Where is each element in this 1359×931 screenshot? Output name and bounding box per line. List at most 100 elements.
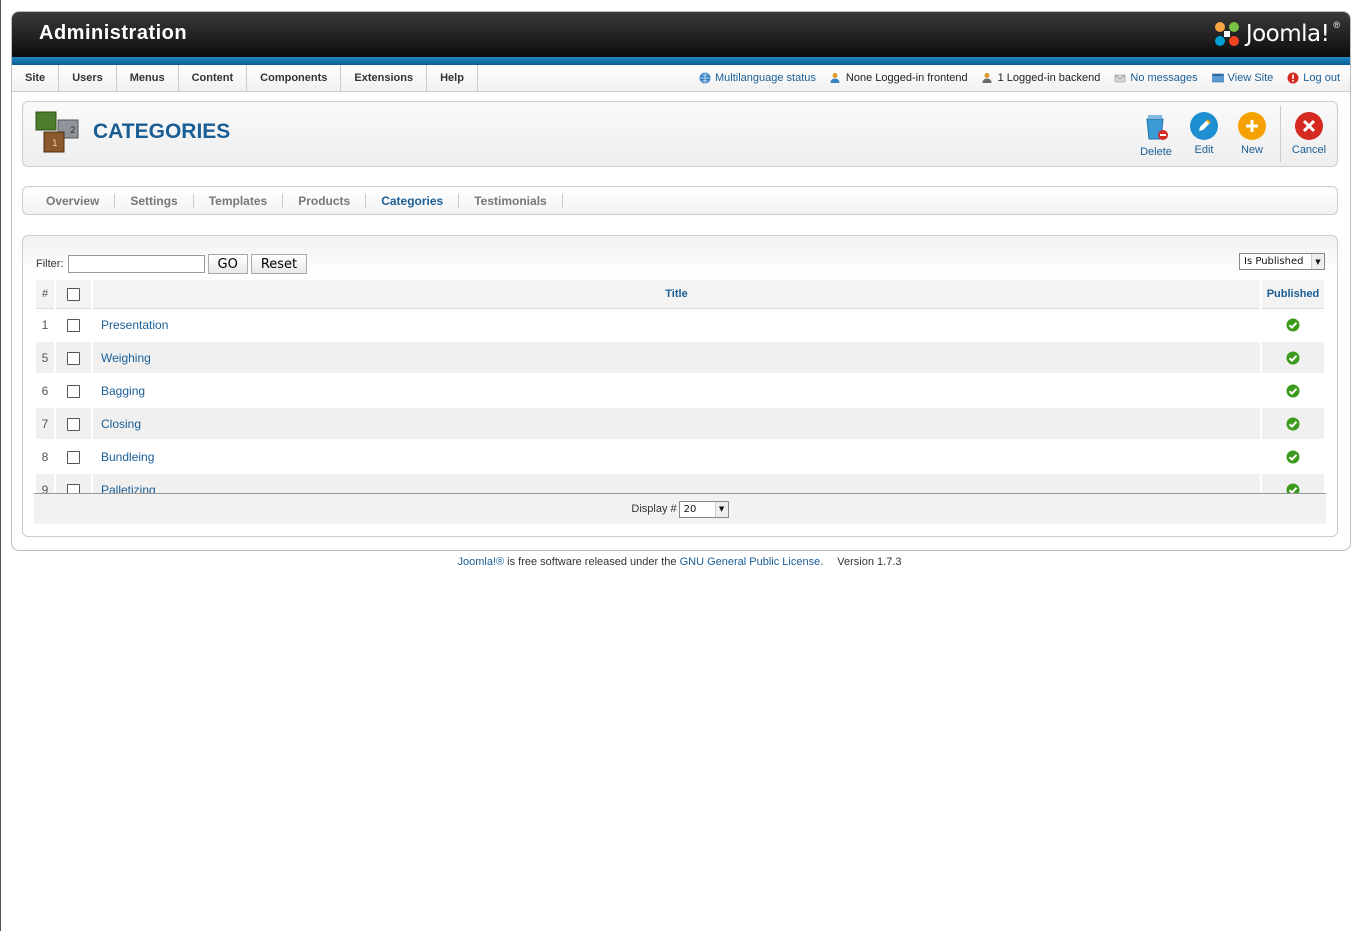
- table-row: 7 Closing: [36, 408, 1324, 441]
- view-site-status[interactable]: View Site: [1211, 72, 1274, 84]
- toolbar: Delete Edit New Cancel: [1132, 106, 1333, 162]
- category-title-link[interactable]: Bagging: [93, 375, 1260, 408]
- admin-users-icon: [982, 73, 992, 83]
- backend-users-status: 1 Logged-in backend: [982, 72, 1101, 84]
- tab-testimonials[interactable]: Testimonials: [459, 193, 563, 208]
- globe-icon: [699, 72, 711, 84]
- svg-text:2: 2: [70, 126, 76, 136]
- toolbar-separator: [1280, 106, 1281, 162]
- filter-bar: Filter: GO Reset: [36, 254, 308, 274]
- row-select-cell: [56, 375, 91, 408]
- column-title[interactable]: Title: [93, 280, 1260, 309]
- row-number: 5: [36, 342, 54, 375]
- row-select-cell: [56, 441, 91, 474]
- row-checkbox[interactable]: [67, 351, 80, 365]
- joomla-logo-mark: ®: [1333, 20, 1340, 30]
- chevron-down-icon: ▼: [1311, 254, 1324, 269]
- frontend-users-text: None Logged-in frontend: [845, 72, 968, 84]
- main-menu: Site Users Menus Content Components Exte…: [12, 65, 478, 91]
- logout-status[interactable]: Log out: [1287, 72, 1340, 84]
- row-select-cell: [56, 408, 91, 441]
- view-site-link[interactable]: View Site: [1228, 72, 1274, 84]
- published-state-select[interactable]: Is Published ▼: [1239, 253, 1325, 270]
- logout-icon: [1287, 72, 1299, 84]
- tab-templates[interactable]: Templates: [194, 193, 284, 208]
- cancel-button[interactable]: Cancel: [1285, 106, 1333, 162]
- filter-input[interactable]: [67, 255, 205, 273]
- tab-categories[interactable]: Categories: [366, 193, 460, 208]
- filter-label: Filter:: [36, 258, 64, 270]
- category-title-link[interactable]: Presentation: [93, 309, 1260, 342]
- joomla-mark-icon: [1214, 22, 1239, 46]
- column-select-all: [56, 280, 91, 309]
- categories-icon: 2 1: [35, 111, 79, 153]
- published-toggle[interactable]: [1262, 441, 1324, 474]
- published-toggle[interactable]: [1262, 309, 1324, 342]
- row-select-cell: [56, 342, 91, 375]
- multilanguage-status-link[interactable]: Multilanguage status: [715, 72, 816, 84]
- row-checkbox[interactable]: [67, 384, 80, 398]
- category-title-link[interactable]: Bundleing: [93, 441, 1260, 474]
- menu-help[interactable]: Help: [427, 65, 478, 91]
- chevron-down-icon: ▼: [714, 501, 728, 517]
- category-title-link[interactable]: Weighing: [93, 342, 1260, 375]
- row-checkbox[interactable]: [67, 417, 80, 431]
- published-check-icon: [1286, 318, 1300, 332]
- menu-menus[interactable]: Menus: [117, 65, 179, 91]
- edit-icon: [1190, 112, 1218, 140]
- row-checkbox[interactable]: [67, 318, 80, 332]
- footer-text: is free software released under the: [504, 556, 680, 568]
- display-limit-label: Display #: [631, 503, 677, 515]
- published-toggle[interactable]: [1262, 342, 1324, 375]
- logout-link[interactable]: Log out: [1303, 72, 1340, 84]
- row-number: 1: [36, 309, 54, 342]
- select-all-checkbox[interactable]: [67, 287, 80, 301]
- trash-icon: [1146, 115, 1168, 140]
- table-row: 5 Weighing: [36, 342, 1324, 375]
- menu-extensions[interactable]: Extensions: [341, 65, 428, 91]
- tab-overview[interactable]: Overview: [31, 193, 116, 208]
- users-icon: [830, 73, 840, 83]
- published-state-value: Is Published: [1244, 256, 1304, 267]
- submenu: Overview Settings Templates Products Cat…: [22, 186, 1338, 215]
- published-check-icon: [1286, 417, 1300, 431]
- admin-frame: Administration Joomla! ® Site Users Menu…: [11, 11, 1351, 551]
- go-button[interactable]: GO: [207, 254, 248, 274]
- page-title: CATEGORIES: [93, 120, 231, 143]
- row-checkbox[interactable]: [67, 450, 80, 464]
- backend-users-text: 1 Logged-in backend: [997, 72, 1101, 84]
- tab-settings[interactable]: Settings: [115, 193, 194, 208]
- category-title-link[interactable]: Closing: [93, 408, 1260, 441]
- categories-table: # Title Published 1 Presentation 5 Weigh…: [34, 280, 1326, 507]
- menu-site[interactable]: Site: [12, 65, 60, 91]
- tab-products[interactable]: Products: [283, 193, 367, 208]
- version-text: Version 1.7.3: [837, 556, 902, 568]
- status-bar: Multilanguage status None Logged-in fron…: [699, 65, 1340, 91]
- joomla-link[interactable]: Joomla!®: [457, 556, 504, 568]
- published-check-icon: [1286, 351, 1300, 365]
- delete-label: Delete: [1140, 146, 1172, 158]
- menu-components[interactable]: Components: [247, 65, 342, 91]
- license-link[interactable]: GNU General Public License: [680, 556, 821, 568]
- row-number: 7: [36, 408, 54, 441]
- messages-link[interactable]: No messages: [1130, 72, 1197, 84]
- plus-icon: [1238, 112, 1266, 140]
- menu-content[interactable]: Content: [179, 65, 248, 91]
- table-header-row: # Title Published: [36, 280, 1324, 309]
- published-toggle[interactable]: [1262, 408, 1324, 441]
- delete-button[interactable]: Delete: [1132, 106, 1180, 162]
- published-toggle[interactable]: [1262, 375, 1324, 408]
- edit-label: Edit: [1194, 144, 1214, 156]
- menu-users[interactable]: Users: [59, 65, 117, 91]
- column-published[interactable]: Published: [1262, 280, 1324, 309]
- multilanguage-status[interactable]: Multilanguage status: [699, 72, 816, 84]
- new-button[interactable]: New: [1228, 106, 1276, 162]
- messages-status[interactable]: No messages: [1114, 72, 1198, 84]
- page-toolbox: 2 1 CATEGORIES Delete Edit New Cancel: [22, 101, 1338, 167]
- edit-button[interactable]: Edit: [1180, 106, 1228, 162]
- footer-period: .: [820, 556, 824, 568]
- view-site-icon: [1211, 73, 1224, 83]
- reset-button[interactable]: Reset: [250, 254, 308, 274]
- messages-icon: [1115, 74, 1126, 83]
- display-limit-select[interactable]: 20 ▼: [678, 500, 729, 518]
